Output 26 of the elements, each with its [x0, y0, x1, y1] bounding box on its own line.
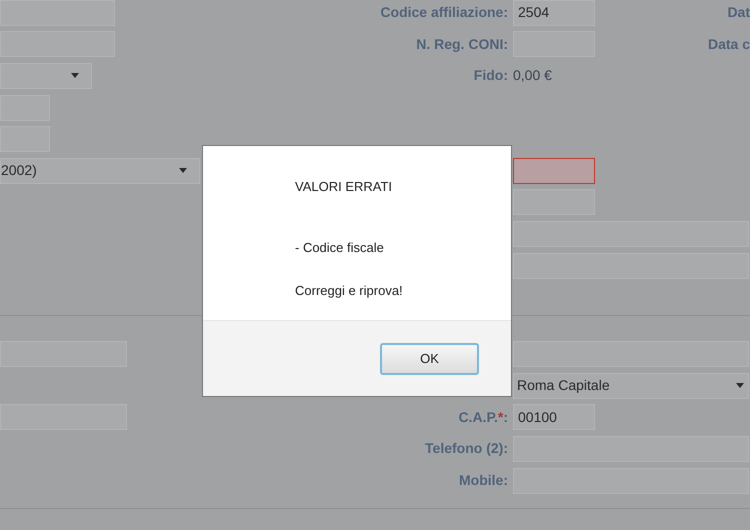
input-field[interactable] — [513, 252, 749, 279]
field-label: N. Reg. CONI: — [416, 34, 508, 54]
error-item: - Codice fiscale — [295, 238, 385, 256]
field-label: Dat — [727, 3, 750, 22]
input-field[interactable] — [513, 220, 749, 247]
credit-value: 0,00 € — [513, 66, 552, 86]
dropdown-select[interactable]: 2002) — [0, 158, 200, 184]
dialog-message: Correggi e riprova! — [295, 282, 404, 300]
field-label: Data c — [708, 34, 750, 54]
field-label: Codice affiliazione: — [380, 3, 508, 22]
field-label: Mobile: — [459, 471, 508, 490]
dropdown-caret-icon — [736, 383, 744, 388]
input-field[interactable] — [513, 158, 595, 184]
dropdown-select[interactable]: Roma Capitale — [513, 372, 749, 399]
dialog-title: VALORI ERRATI — [295, 178, 394, 196]
field-label: Telefono (2): — [425, 439, 508, 458]
field-label: C.A.P.*: — [458, 408, 508, 427]
field-label: Fido: — [474, 66, 508, 86]
ok-button[interactable]: OK — [380, 342, 479, 374]
dropdown-caret-icon — [71, 73, 79, 78]
input-field[interactable]: 2504 — [513, 0, 595, 26]
dropdown-select[interactable] — [0, 62, 92, 89]
dropdown-caret-icon — [179, 168, 187, 174]
input-field[interactable]: 00100 — [513, 404, 595, 430]
input-field[interactable] — [513, 341, 749, 368]
input-field[interactable] — [513, 189, 595, 216]
